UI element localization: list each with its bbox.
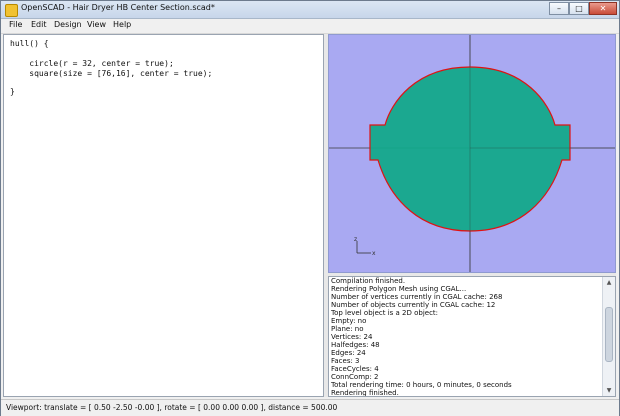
close-button[interactable]: ✕: [589, 2, 617, 15]
menu-edit[interactable]: Edit: [31, 20, 47, 29]
code-line: }: [10, 87, 15, 96]
console-line: Rendering Polygon Mesh using CGAL...: [331, 285, 467, 293]
code-line: square(size = [76,16], center = true);: [10, 69, 213, 78]
axes-x-label: x: [372, 250, 376, 257]
scroll-thumb[interactable]: [605, 307, 613, 362]
menu-file[interactable]: File: [9, 20, 22, 29]
viewport-canvas: z x: [329, 35, 615, 272]
console-line: Plane: no: [331, 325, 364, 333]
console-line: Top level object is a 2D object:: [331, 309, 439, 317]
scroll-down-arrow-icon[interactable]: ▼: [603, 385, 615, 396]
console-output: Compilation finished. Rendering Polygon …: [331, 277, 601, 397]
3d-viewport[interactable]: z x: [328, 34, 616, 273]
menu-help[interactable]: Help: [113, 20, 131, 29]
openscad-app-icon: [5, 4, 18, 17]
scroll-up-arrow-icon[interactable]: ▲: [603, 277, 615, 288]
code-line: hull() {: [10, 39, 49, 48]
window-title: OpenSCAD - Hair Dryer HB Center Section.…: [21, 3, 215, 12]
console-line: ConnComp: 2: [331, 373, 379, 381]
console-line: Number of objects currently in CGAL cach…: [331, 301, 496, 309]
maximize-button[interactable]: □: [569, 2, 589, 15]
status-bar: Viewport: translate = [ 0.50 -2.50 -0.00…: [1, 399, 619, 416]
title-bar[interactable]: OpenSCAD - Hair Dryer HB Center Section.…: [1, 1, 619, 19]
console-line: Total rendering time: 0 hours, 0 minutes…: [331, 381, 512, 389]
menu-bar: File Edit Design View Help: [1, 19, 619, 34]
console-line: Compilation finished.: [331, 277, 406, 285]
console-line: FaceCycles: 4: [331, 365, 379, 373]
menu-view[interactable]: View: [87, 20, 106, 29]
console-scrollbar[interactable]: ▲ ▼: [602, 277, 615, 396]
console-line: Halfedges: 48: [331, 341, 380, 349]
console-line: Vertices: 24: [331, 333, 373, 341]
console-line: Rendering finished.: [331, 389, 399, 397]
viewport-status-text: Viewport: translate = [ 0.50 -2.50 -0.00…: [6, 403, 338, 412]
console-line: Number of vertices currently in CGAL cac…: [331, 293, 503, 301]
axes-z-label: z: [354, 236, 357, 243]
console-panel[interactable]: Compilation finished. Rendering Polygon …: [328, 276, 616, 397]
console-line: Edges: 24: [331, 349, 366, 357]
console-line: Faces: 3: [331, 357, 360, 365]
console-line: Empty: no: [331, 317, 367, 325]
code-editor[interactable]: hull() { circle(r = 32, center = true); …: [3, 34, 324, 397]
minimize-button[interactable]: –: [549, 2, 569, 15]
openscad-window: OpenSCAD - Hair Dryer HB Center Section.…: [0, 0, 620, 416]
code-line: circle(r = 32, center = true);: [10, 59, 174, 68]
menu-design[interactable]: Design: [54, 20, 82, 29]
